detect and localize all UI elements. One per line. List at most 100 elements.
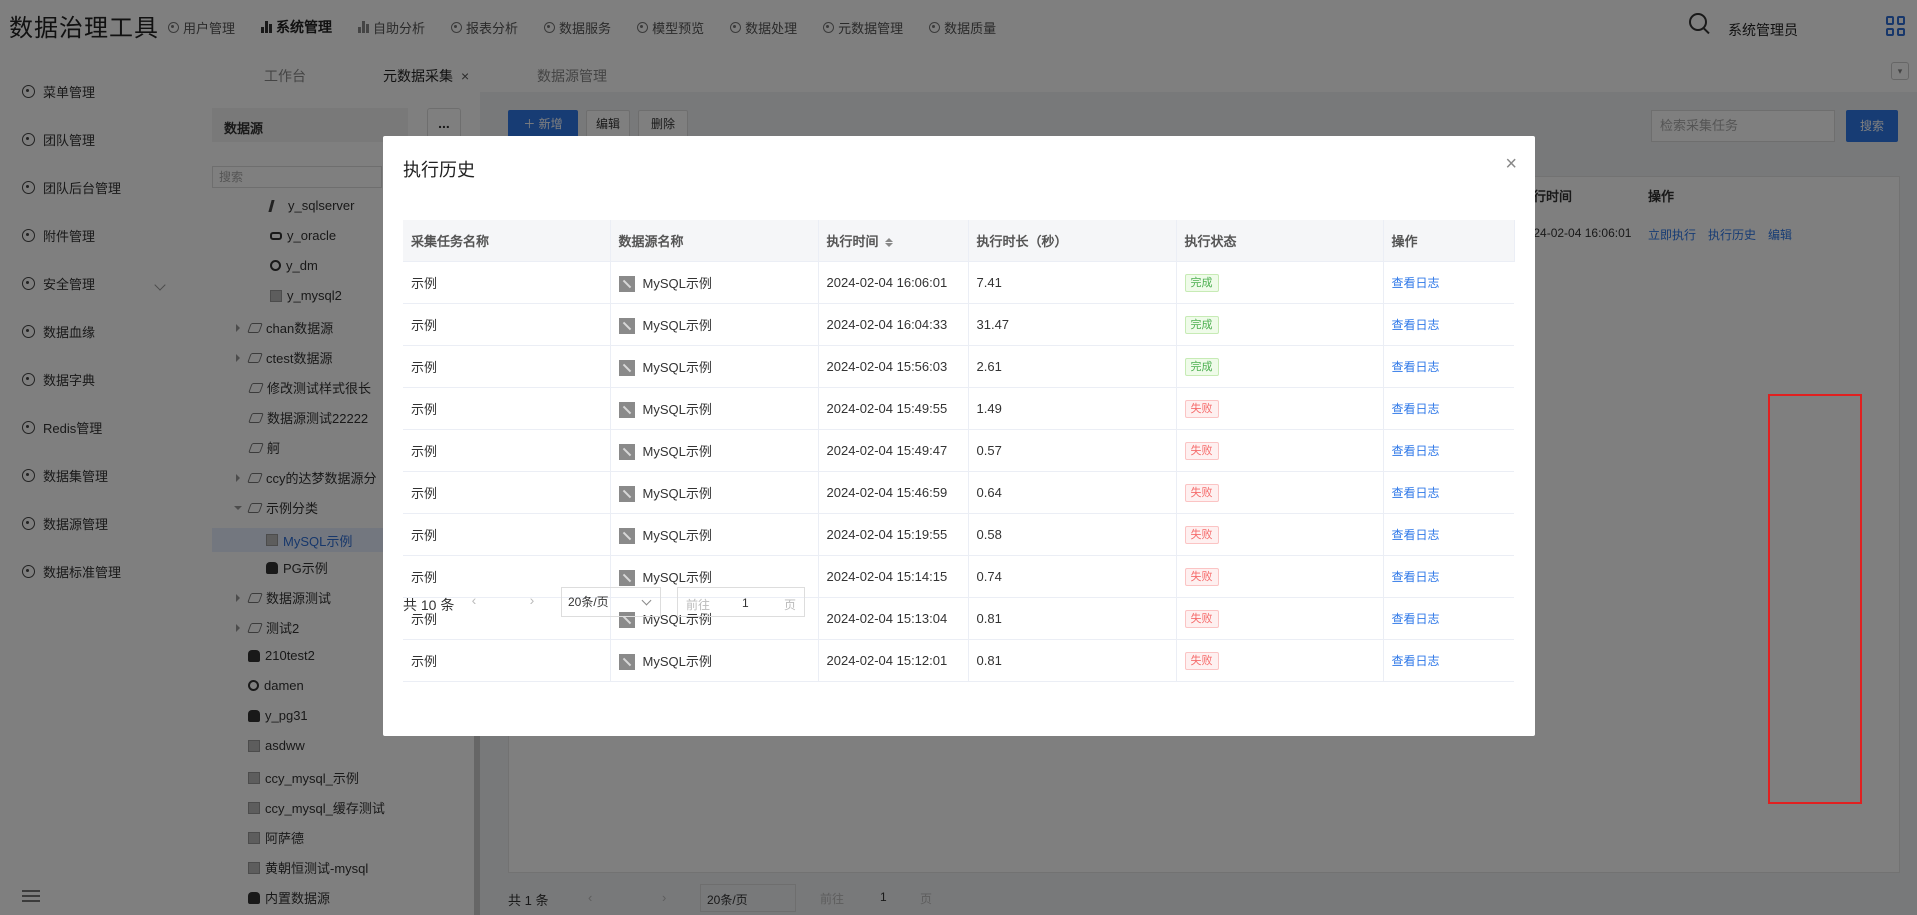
status-badge: 失败 xyxy=(1184,567,1219,586)
cell-status: 完成 xyxy=(1175,345,1383,388)
view-log-link[interactable]: 查看日志 xyxy=(1392,360,1440,374)
cell-status: 完成 xyxy=(1175,303,1383,346)
pager-size-select[interactable]: 20条/页 xyxy=(561,587,661,617)
status-badge: 完成 xyxy=(1184,273,1219,292)
cell-duration: 1.49 xyxy=(967,387,1176,430)
chevron-down-icon xyxy=(641,595,652,606)
cell-actions: 查看日志 xyxy=(1382,597,1514,640)
mysql-icon xyxy=(618,276,635,293)
table-row: 示例 MySQL示例 2024-02-04 15:56:03 2.61 完成 查看日志 xyxy=(403,345,1514,388)
table-row: 示例 MySQL示例 2024-02-04 15:49:55 1.49 失败 查看日志 xyxy=(403,387,1514,430)
close-icon[interactable]: × xyxy=(1505,154,1517,174)
cell-source-name: MySQL示例 xyxy=(609,429,818,472)
cell-duration: 0.81 xyxy=(967,597,1176,640)
view-log-link[interactable]: 查看日志 xyxy=(1392,612,1440,626)
cell-actions: 查看日志 xyxy=(1382,303,1514,346)
view-log-link[interactable]: 查看日志 xyxy=(1392,444,1440,458)
cell-task-name: 示例 xyxy=(403,345,610,388)
cell-actions: 查看日志 xyxy=(1382,555,1514,598)
execution-history-dialog: 执行历史 × 采集任务名称 数据源名称 执行时间 执行时长（秒） 执行状态 操作… xyxy=(383,136,1862,804)
cell-duration: 0.81 xyxy=(967,639,1176,682)
cell-actions: 查看日志 xyxy=(1382,471,1514,514)
cell-task-name: 示例 xyxy=(403,261,610,304)
cell-task-name: 示例 xyxy=(403,471,610,514)
cell-source-name: MySQL示例 xyxy=(609,303,818,346)
cell-status: 失败 xyxy=(1175,555,1383,598)
cell-exec-time: 2024-02-04 15:14:15 xyxy=(817,555,968,598)
view-log-link[interactable]: 查看日志 xyxy=(1392,276,1440,290)
view-log-link[interactable]: 查看日志 xyxy=(1392,318,1440,332)
mysql-icon xyxy=(618,486,635,503)
cell-task-name: 示例 xyxy=(403,387,610,430)
view-log-link[interactable]: 查看日志 xyxy=(1392,486,1440,500)
cell-task-name: 示例 xyxy=(403,639,610,682)
dialog-title: 执行历史 xyxy=(403,160,475,180)
status-badge: 失败 xyxy=(1184,399,1219,418)
history-table-body: 示例 MySQL示例 2024-02-04 16:06:01 7.41 完成 查看日志 示例… xyxy=(403,261,1514,682)
cell-duration: 0.57 xyxy=(967,429,1176,472)
pager-total: 共 10 条 xyxy=(403,597,455,613)
cell-status: 失败 xyxy=(1175,387,1383,430)
cell-status: 失败 xyxy=(1175,639,1383,682)
cell-actions: 查看日志 xyxy=(1382,345,1514,388)
cell-exec-time: 2024-02-04 16:06:01 xyxy=(817,261,968,304)
mysql-icon xyxy=(618,360,635,377)
table-row: 示例 MySQL示例 2024-02-04 15:46:59 0.64 失败 查看日志 xyxy=(403,471,1514,514)
cell-actions: 查看日志 xyxy=(1382,261,1514,304)
view-log-link[interactable]: 查看日志 xyxy=(1392,570,1440,584)
pager-prev-button[interactable]: ‹ xyxy=(463,589,485,611)
cell-duration: 0.58 xyxy=(967,513,1176,556)
cell-exec-time: 2024-02-04 15:56:03 xyxy=(817,345,968,388)
pager-next-button[interactable]: › xyxy=(521,589,543,611)
cell-actions: 查看日志 xyxy=(1382,513,1514,556)
status-badge: 失败 xyxy=(1184,609,1219,628)
status-badge: 完成 xyxy=(1184,315,1219,334)
cell-duration: 7.41 xyxy=(967,261,1176,304)
status-badge: 失败 xyxy=(1184,441,1219,460)
status-badge: 完成 xyxy=(1184,357,1219,376)
pager-page-input[interactable]: 1 xyxy=(742,596,749,610)
pager-goto-label: 前往 xyxy=(686,598,711,612)
table-row: 示例 MySQL示例 2024-02-04 15:49:47 0.57 失败 查看日志 xyxy=(403,429,1514,472)
cell-exec-time: 2024-02-04 15:46:59 xyxy=(817,471,968,514)
cell-actions: 查看日志 xyxy=(1382,387,1514,430)
mysql-icon xyxy=(618,654,635,671)
cell-exec-time: 2024-02-04 15:13:04 xyxy=(817,597,968,640)
cell-status: 失败 xyxy=(1175,513,1383,556)
cell-actions: 查看日志 xyxy=(1382,429,1514,472)
sort-icon[interactable] xyxy=(884,237,893,248)
view-log-link[interactable]: 查看日志 xyxy=(1392,528,1440,542)
view-log-link[interactable]: 查看日志 xyxy=(1392,654,1440,668)
cell-task-name: 示例 xyxy=(403,303,610,346)
column-header-exec-time[interactable]: 执行时间 xyxy=(817,220,969,262)
cell-duration: 0.74 xyxy=(967,555,1176,598)
cell-source-name: MySQL示例 xyxy=(609,639,818,682)
status-badge: 失败 xyxy=(1184,651,1219,670)
mysql-icon xyxy=(618,444,635,461)
column-header-source-name: 数据源名称 xyxy=(609,220,819,262)
pager-page-unit: 页 xyxy=(784,598,797,612)
cell-status: 失败 xyxy=(1175,471,1383,514)
cell-actions: 查看日志 xyxy=(1382,639,1514,682)
cell-source-name: MySQL示例 xyxy=(609,471,818,514)
mysql-icon xyxy=(618,570,635,587)
cell-exec-time: 2024-02-04 15:19:55 xyxy=(817,513,968,556)
status-badge: 失败 xyxy=(1184,525,1219,544)
cell-duration: 2.61 xyxy=(967,345,1176,388)
cell-exec-time: 2024-02-04 15:49:55 xyxy=(817,387,968,430)
table-row: 示例 MySQL示例 2024-02-04 16:04:33 31.47 完成 查看日志 xyxy=(403,303,1514,346)
cell-exec-time: 2024-02-04 16:04:33 xyxy=(817,303,968,346)
cell-status: 失败 xyxy=(1175,429,1383,472)
status-badge: 失败 xyxy=(1184,483,1219,502)
cell-source-name: MySQL示例 xyxy=(609,387,818,430)
cell-exec-time: 2024-02-04 15:49:47 xyxy=(817,429,968,472)
view-log-link[interactable]: 查看日志 xyxy=(1392,402,1440,416)
column-header-task-name: 采集任务名称 xyxy=(403,220,611,262)
column-header-duration: 执行时长（秒） xyxy=(967,220,1177,262)
cell-exec-time: 2024-02-04 15:12:01 xyxy=(817,639,968,682)
cell-task-name: 示例 xyxy=(403,513,610,556)
cell-duration: 31.47 xyxy=(967,303,1176,346)
table-row: 示例 MySQL示例 2024-02-04 15:12:01 0.81 失败 查看日志 xyxy=(403,639,1514,682)
mysql-icon xyxy=(618,318,635,335)
table-header-row: 采集任务名称 数据源名称 执行时间 执行时长（秒） 执行状态 操作 xyxy=(403,220,1515,262)
